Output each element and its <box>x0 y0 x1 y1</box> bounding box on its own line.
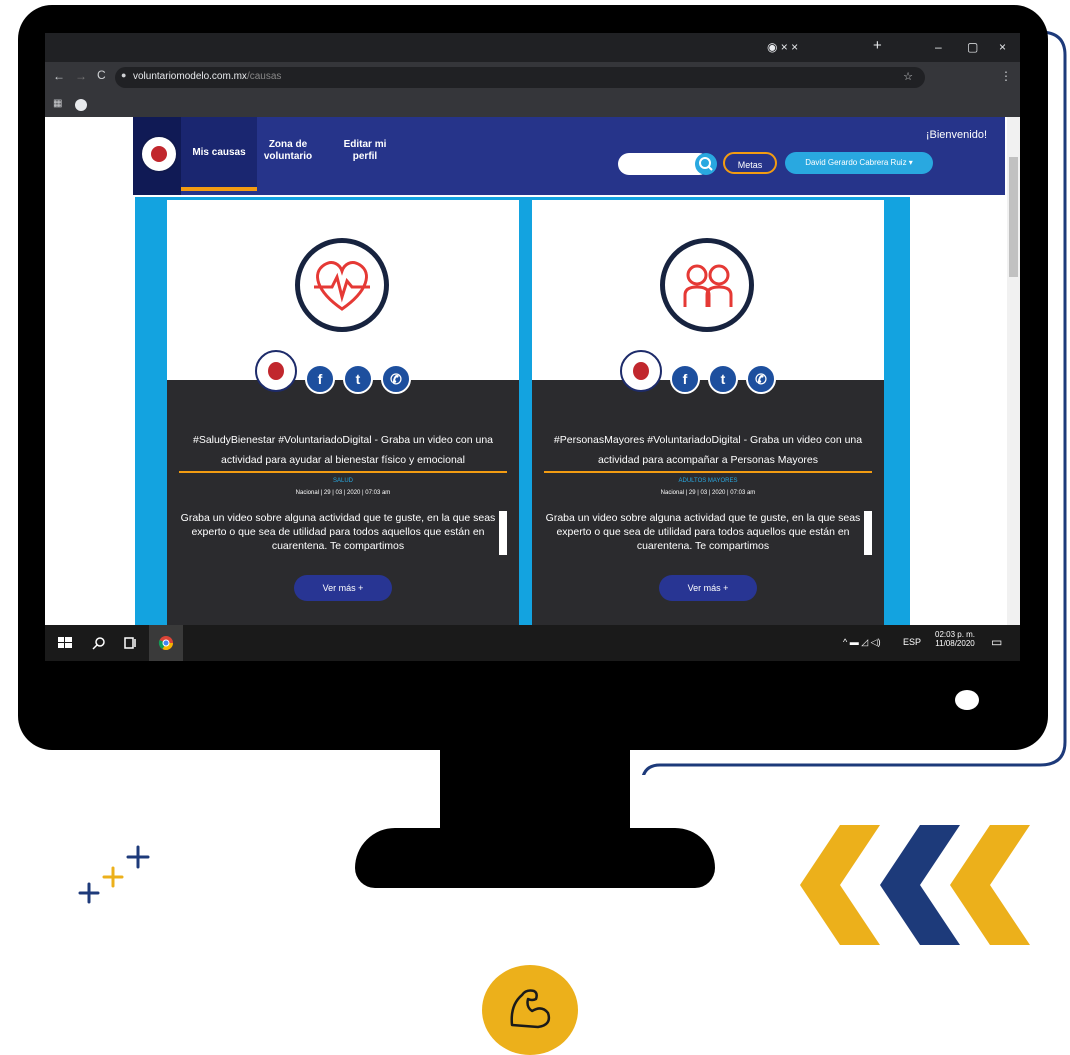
logo-icon <box>140 135 178 173</box>
bookmark-icon[interactable] <box>75 99 87 111</box>
close-button[interactable]: × <box>999 40 1006 54</box>
elderly-cause-icon <box>660 238 754 332</box>
card-divider <box>179 471 507 473</box>
browser-titlebar: ◉ × × + – ▢ × <box>45 33 1020 62</box>
card-description: Graba un video sobre alguna actividad qu… <box>545 512 861 552</box>
star-icon[interactable]: ☆ <box>903 70 913 83</box>
facebook-icon[interactable]: f <box>305 364 335 394</box>
health-cause-icon <box>295 238 389 332</box>
elderly-people-icon <box>683 264 733 307</box>
card-divider <box>544 471 872 473</box>
task-view-icon[interactable] <box>123 635 139 651</box>
whatsapp-icon[interactable]: ✆ <box>746 364 776 394</box>
clock[interactable]: 02:03 p. m. 11/08/2020 <box>935 630 975 648</box>
web-page: Mis causas Zona de voluntario Editar mi … <box>45 117 1020 625</box>
card-description: Graba un video sobre alguna actividad qu… <box>180 512 496 552</box>
maximize-button[interactable]: ▢ <box>967 40 978 54</box>
whatsapp-icon[interactable]: ✆ <box>381 364 411 394</box>
reload-icon[interactable]: C <box>97 68 106 82</box>
apps-icon[interactable]: ▦ <box>53 98 62 109</box>
taskbar-search-icon[interactable] <box>91 635 107 651</box>
card-scrollbar[interactable] <box>499 511 507 555</box>
search-icon <box>699 157 713 171</box>
address-bar: ← → C ● voluntariomodelo.com.mx/causas ☆… <box>45 62 1020 93</box>
lock-icon: ● <box>121 70 127 80</box>
flexed-arm-icon <box>510 989 551 1029</box>
logo-container[interactable] <box>133 117 181 195</box>
user-menu-button[interactable]: David Gerardo Cabrera Ruiz ▾ <box>785 152 933 174</box>
nav-item-editar-perfil[interactable]: Editar mi perfil <box>338 139 392 163</box>
browser-tab[interactable]: ◉ × × <box>767 40 798 54</box>
twitter-icon[interactable]: t <box>343 364 373 394</box>
causes-container: f t ✆ #SaludyBienestar #VoluntariadoDigi… <box>135 197 910 625</box>
ver-mas-button[interactable]: Ver más + <box>659 575 757 601</box>
back-icon[interactable]: ← <box>53 69 65 83</box>
nav-item-zona-voluntario[interactable]: Zona de voluntario <box>259 139 317 163</box>
ver-mas-button[interactable]: Ver más + <box>294 575 392 601</box>
power-light <box>955 690 979 710</box>
search-button[interactable] <box>695 153 717 175</box>
twitter-icon[interactable]: t <box>708 364 738 394</box>
url-input[interactable]: ● voluntariomodelo.com.mx/causas ☆ <box>115 67 925 88</box>
chevrons-decoration <box>800 825 1030 945</box>
screen: ◉ × × + – ▢ × ← → C ● voluntariomodelo.c… <box>45 33 1020 661</box>
org-logo-icon <box>620 350 662 392</box>
forward-icon[interactable]: → <box>75 69 87 83</box>
site-navbar: Mis causas Zona de voluntario Editar mi … <box>133 117 1005 195</box>
welcome-text: ¡Bienvenido! <box>925 129 987 141</box>
card-title: #SaludyBienestar #VoluntariadoDigital - … <box>192 434 494 466</box>
metas-button[interactable]: Metas <box>723 152 777 174</box>
card-category: SALUD <box>332 478 353 484</box>
chrome-icon <box>158 636 173 650</box>
windows-start-icon[interactable] <box>57 635 73 651</box>
url-text: voluntariomodelo.com.mx/causas <box>133 71 282 82</box>
minimize-button[interactable]: – <box>935 40 942 54</box>
card-date: Nacional | 29 | 03 | 2020 | 07:03 am <box>295 490 391 496</box>
card-category: ADULTOS MAYORES <box>678 478 738 484</box>
system-tray-icons[interactable]: ^ ▬ ◿ ◁) <box>843 637 881 648</box>
menu-icon[interactable]: ⋮ <box>1000 69 1012 83</box>
language-indicator[interactable]: ESP <box>903 637 921 647</box>
windows-taskbar: ^ ▬ ◿ ◁) ESP 02:03 p. m. 11/08/2020 ▭ <box>45 625 1020 661</box>
org-logo-icon <box>255 350 297 392</box>
social-row: f t ✆ <box>255 350 425 394</box>
nav-item-mis-causas[interactable]: Mis causas <box>189 147 249 159</box>
chrome-taskbar-item[interactable] <box>149 625 183 661</box>
social-row: f t ✆ <box>620 350 790 394</box>
heart-pulse-icon <box>314 261 370 311</box>
cause-card: f t ✆ #SaludyBienestar #VoluntariadoDigi… <box>167 200 519 625</box>
facebook-icon[interactable]: f <box>670 364 700 394</box>
bookmarks-bar: ▦ <box>45 93 1020 117</box>
new-tab-button[interactable]: + <box>873 37 882 54</box>
card-scrollbar[interactable] <box>864 511 872 555</box>
notifications-icon[interactable]: ▭ <box>991 635 1002 649</box>
cause-card: f t ✆ #PersonasMayores #VoluntariadoDigi… <box>532 200 884 625</box>
card-title: #PersonasMayores #VoluntariadoDigital - … <box>553 434 863 466</box>
monitor-base <box>355 828 715 888</box>
scrollbar-thumb[interactable] <box>1009 157 1018 277</box>
page-scrollbar[interactable] <box>1007 117 1020 625</box>
plus-signs-decoration <box>78 845 150 904</box>
strength-badge <box>482 965 578 1055</box>
card-date: Nacional | 29 | 03 | 2020 | 07:03 am <box>660 490 756 496</box>
